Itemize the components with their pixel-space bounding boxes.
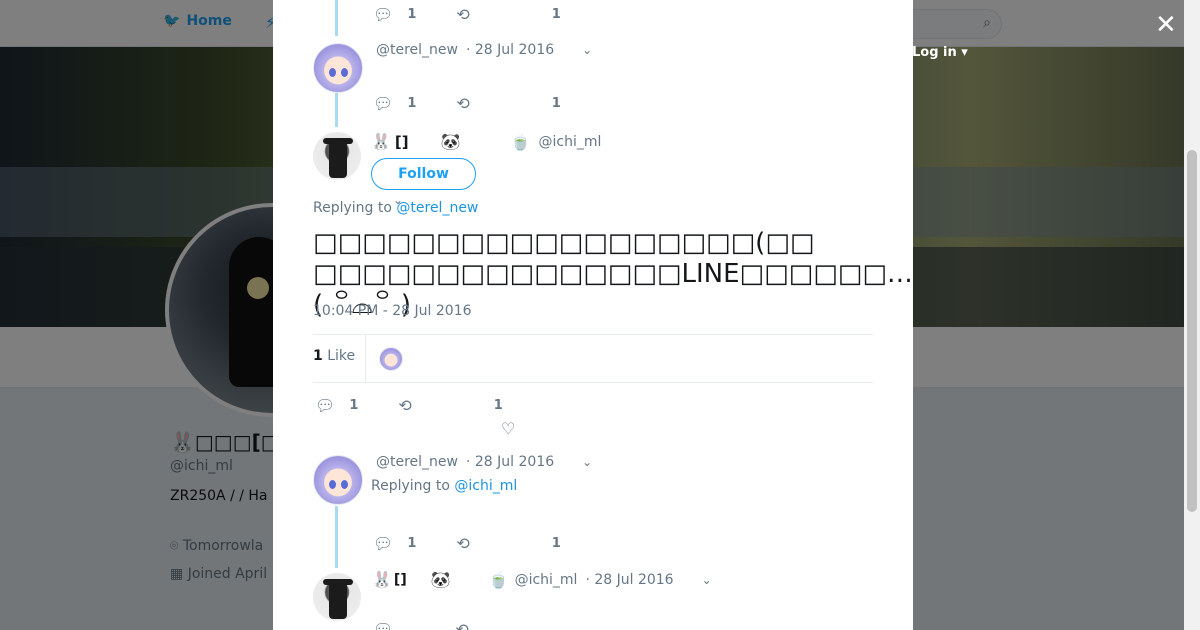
tweet-handle[interactable]: @ichi_ml: [515, 572, 578, 588]
retweet-icon[interactable]: ⟲: [456, 94, 469, 113]
tweet-actions: 💬︎ 1 ⟲ 1: [373, 534, 561, 553]
focused-tweet-user: 🐰 [] 🐼 🍵 @ichi_ml: [371, 132, 601, 151]
rabbit-icon: 🐰: [371, 132, 391, 151]
thread-line: [335, 0, 338, 36]
likes-stat[interactable]: 1 Like: [313, 348, 355, 364]
reply-icon[interactable]: 💬︎: [373, 620, 393, 630]
replying-to: Replying to @ichi_ml: [371, 478, 518, 494]
tweet-header: 🐰 [] 🐼 🍵 @ichi_ml · 28 Jul 2016 ⌄: [372, 570, 712, 589]
retweet-icon[interactable]: ⟲: [398, 396, 411, 415]
follow-button[interactable]: Follow: [371, 158, 476, 190]
retweet-icon[interactable]: ⟲: [455, 620, 468, 630]
avatar[interactable]: [313, 455, 363, 505]
chevron-down-icon[interactable]: ⌄: [582, 455, 592, 469]
tweet-handle[interactable]: @terel_new: [376, 454, 458, 470]
tweet-header: @terel_new · 28 Jul 2016 ⌄: [376, 42, 592, 58]
close-icon[interactable]: ✕: [1155, 12, 1177, 38]
tweet-modal: 💬︎ 1 ⟲ 1 @terel_new · 28 Jul 2016 ⌄ 💬︎ 1…: [273, 0, 913, 630]
liker-avatar[interactable]: [379, 347, 403, 371]
tweet-timestamp[interactable]: 10:04 PM - 28 Jul 2016: [313, 303, 472, 319]
thread-line: [335, 506, 338, 568]
tweet-handle[interactable]: @terel_new: [376, 42, 458, 58]
chevron-down-icon[interactable]: ⌄: [582, 43, 592, 57]
thread-line: [335, 93, 338, 127]
avatar[interactable]: [313, 132, 361, 180]
tweet-date[interactable]: · 28 Jul 2016: [466, 454, 554, 470]
scrollbar-thumb[interactable]: [1187, 150, 1197, 512]
panda-icon: 🐼: [440, 132, 461, 151]
login-link[interactable]: Log in ▾: [912, 45, 968, 60]
matcha-icon: 🍵: [488, 570, 509, 589]
tweet-actions: 💬︎ 1 ⟲ 1: [373, 94, 561, 113]
user-name[interactable]: []: [394, 572, 407, 588]
chevron-down-icon[interactable]: ⌄: [702, 573, 712, 587]
rabbit-icon: 🐰: [372, 570, 392, 589]
tweet-date[interactable]: · 28 Jul 2016: [585, 572, 673, 588]
matcha-icon: 🍵: [510, 132, 531, 151]
reply-icon[interactable]: 💬︎: [373, 534, 393, 553]
retweet-icon[interactable]: ⟲: [456, 5, 469, 24]
user-name[interactable]: []: [395, 133, 409, 151]
tweet-actions: 💬︎ 1 ⟲ 1: [373, 5, 561, 24]
page-scrollbar[interactable]: [1184, 0, 1200, 630]
user-handle[interactable]: @ichi_ml: [538, 134, 601, 150]
tweet-header: @terel_new · 28 Jul 2016 ⌄: [376, 454, 592, 470]
replying-to-link[interactable]: @terel_new: [396, 200, 478, 216]
avatar[interactable]: [313, 43, 363, 93]
panda-icon: 🐼: [430, 570, 451, 589]
tweet-date[interactable]: · 28 Jul 2016: [466, 42, 554, 58]
heart-icon[interactable]: ♡: [501, 419, 515, 438]
reply-icon[interactable]: 💬︎: [373, 5, 393, 24]
reply-icon[interactable]: 💬︎: [373, 94, 393, 113]
retweet-icon[interactable]: ⟲: [456, 534, 469, 553]
replying-to-link[interactable]: @ichi_ml: [454, 478, 517, 494]
tweet-actions: 💬︎ ⟲: [373, 620, 469, 630]
replying-to: Replying to @terel_new: [313, 200, 479, 216]
reply-icon[interactable]: 💬︎: [315, 396, 335, 415]
avatar[interactable]: [313, 573, 361, 621]
tweet-actions: 💬︎ 1 ⟲ 1: [315, 396, 503, 415]
